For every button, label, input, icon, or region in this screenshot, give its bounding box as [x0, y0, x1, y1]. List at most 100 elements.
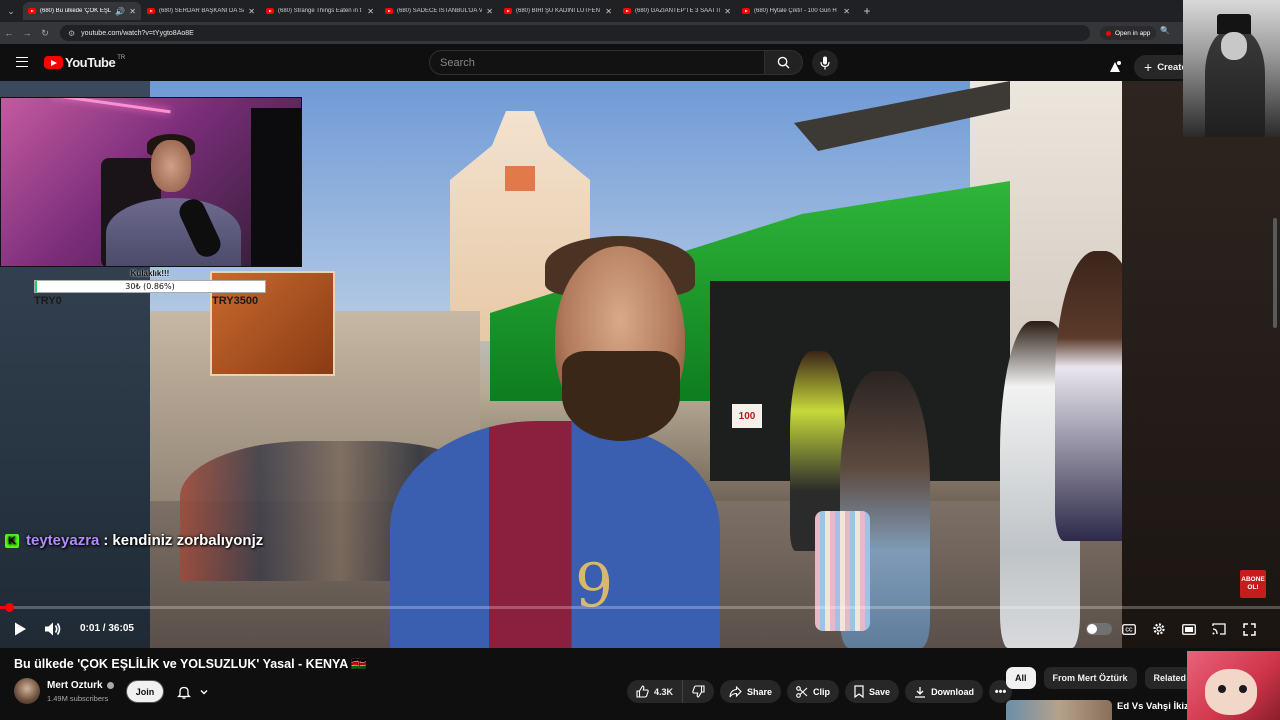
streamer-face [151, 140, 191, 192]
streamer-webcam [0, 97, 302, 267]
like-button[interactable]: 4.3K [627, 680, 684, 703]
pc-case [251, 108, 301, 266]
tab-close-icon[interactable]: ✕ [605, 7, 612, 16]
reload-icon[interactable]: ↻ [36, 28, 54, 39]
tab-close-icon[interactable]: ✕ [129, 7, 136, 16]
tab-search-icon[interactable]: ⌄ [0, 0, 22, 22]
subscribed-bell-button[interactable] [170, 680, 216, 703]
share-arrow-icon [729, 685, 742, 697]
volume-icon[interactable] [44, 621, 62, 637]
download-icon [915, 686, 926, 698]
autoplay-toggle[interactable] [1084, 619, 1114, 639]
browser-tab[interactable]: (680) SERDAR BAŞKANI DA SA ✕ [142, 2, 260, 20]
microphone-icon [820, 56, 830, 70]
browser-tab[interactable]: (680) Strange Things Eaten in t ✕ [261, 2, 379, 20]
page-scrollbar[interactable] [1273, 218, 1277, 328]
streamer-hoodie [106, 198, 241, 266]
tab-close-icon[interactable]: ✕ [486, 7, 493, 16]
channel-avatar[interactable] [14, 678, 40, 704]
miniplayer-icon[interactable] [1174, 619, 1204, 639]
youtube-logo[interactable]: YouTube TR [44, 55, 125, 70]
chat-text: kendiniz zorbalıyonjz [112, 532, 264, 549]
cat-face [1205, 669, 1257, 715]
cat-eye [1218, 685, 1226, 693]
url-input[interactable]: ⚙ youtube.com/watch?v=tYygto8Ao8E [60, 25, 1090, 41]
recommended-video-title[interactable]: Ed Vs Vahşi İkizler [1117, 701, 1197, 712]
recommended-video-thumbnail[interactable] [1006, 700, 1112, 720]
youtube-favicon-icon [28, 8, 36, 14]
portrait-hat [1217, 14, 1251, 34]
bookmark-icon [854, 685, 864, 698]
youtube-play-icon [44, 56, 63, 69]
search-input[interactable]: Search [429, 50, 765, 75]
open-in-app-button[interactable]: Open in app [1100, 26, 1157, 40]
browser-tab[interactable]: (680) SADECE İSTANBUL'DA VA ✕ [380, 2, 498, 20]
cat-eye [1239, 685, 1247, 693]
neon-light [51, 98, 171, 114]
join-button[interactable]: Join [126, 680, 164, 703]
search-button[interactable] [765, 50, 803, 75]
channel-name[interactable]: Mert Ozturk [47, 680, 114, 691]
youtube-header: YouTube TR Search + Create [0, 44, 1280, 81]
tab-mute-icon[interactable]: 🔊 [115, 7, 125, 16]
video-player[interactable]: 100 9 Kulaklık!!! 30₺ (0.86%) TRY0 TRY35… [0, 81, 1280, 648]
dislike-button[interactable] [683, 680, 714, 703]
youtube-favicon-icon [385, 8, 393, 14]
bell-icon [177, 686, 191, 699]
cast-magic-icon[interactable] [1108, 60, 1122, 74]
verified-badge-icon [106, 682, 114, 689]
woman-right-edge [1055, 251, 1122, 541]
thumbs-down-icon [692, 685, 705, 698]
player-right-controls: CC [1084, 619, 1264, 639]
clip-button[interactable]: Clip [787, 680, 840, 703]
donation-goal-min: TRY0 [34, 295, 62, 307]
tab-close-icon[interactable]: ✕ [843, 7, 850, 16]
chip-from-channel[interactable]: From Mert Öztürk [1043, 667, 1137, 689]
browser-tab[interactable]: (680) GAZİANTEP'TE 3 SAATTE ✕ [618, 2, 736, 20]
video-title: Bu ülkede 'ÇOK EŞLİLİK ve YOLSUZLUK' Yas… [14, 657, 367, 671]
settings-gear-icon[interactable] [1144, 619, 1174, 639]
chat-message: K teyteyazra : kendiniz zorbalıyonjz [5, 532, 263, 549]
youtube-favicon-icon [504, 8, 512, 14]
time-display: 0:01 / 36:05 [80, 623, 134, 634]
jersey-number: 9 [575, 551, 614, 621]
chat-separator: : [103, 532, 109, 549]
subtitles-icon[interactable]: CC [1114, 619, 1144, 639]
progress-scrubber[interactable] [5, 603, 14, 612]
browser-tab-strip: ⌄ (680) Bu ülkede 'ÇOK EŞLİLİ 🔊 ✕ (680) SE… [0, 0, 1280, 22]
youtube-favicon-icon [742, 8, 750, 14]
chip-all[interactable]: All [1006, 667, 1036, 689]
video-progress-bar[interactable] [0, 603, 1280, 612]
donation-goal-progress: 30₺ (0.86%) [125, 282, 175, 291]
share-button[interactable]: Share [720, 680, 782, 703]
back-arrow-icon[interactable]: ← [0, 28, 18, 38]
chevron-down-icon [200, 689, 208, 694]
video-actions: 4.3K Share Clip Save Download ••• [627, 680, 1013, 703]
price-sign: 100 [732, 404, 762, 428]
browser-tab[interactable]: (680) Hytale Çıktı! - 100 Gün H ✕ [737, 2, 855, 20]
presenter-jersey [390, 421, 720, 648]
forward-arrow-icon[interactable]: → [18, 28, 36, 38]
tab-close-icon[interactable]: ✕ [248, 7, 255, 16]
presenter-beard [562, 351, 680, 441]
menu-icon[interactable] [16, 57, 28, 67]
like-dislike-group: 4.3K [627, 680, 715, 703]
play-icon[interactable] [12, 621, 28, 637]
tab-close-icon[interactable]: ✕ [724, 7, 731, 16]
save-button[interactable]: Save [845, 680, 900, 703]
donation-goal-max: TRY3500 [212, 295, 259, 307]
search-icon [777, 56, 790, 69]
voice-search-button[interactable] [812, 50, 838, 76]
portrait-face [1221, 32, 1247, 60]
youtube-favicon-icon [266, 8, 274, 14]
browser-tab[interactable]: (680) Bu ülkede 'ÇOK EŞLİLİ 🔊 ✕ [23, 2, 141, 20]
browser-tab[interactable]: (680) BİRİ ŞU KADINI LÜTFEN D ✕ [499, 2, 617, 20]
site-info-icon[interactable]: ⚙ [68, 29, 75, 38]
fullscreen-icon[interactable] [1234, 619, 1264, 639]
tab-close-icon[interactable]: ✕ [367, 7, 374, 16]
download-button[interactable]: Download [905, 680, 984, 703]
new-tab-button[interactable]: + [859, 3, 875, 19]
cast-icon[interactable] [1204, 619, 1234, 639]
youtube-favicon-icon [147, 8, 155, 14]
donation-goal-title: Kulaklık!!! [130, 269, 170, 278]
